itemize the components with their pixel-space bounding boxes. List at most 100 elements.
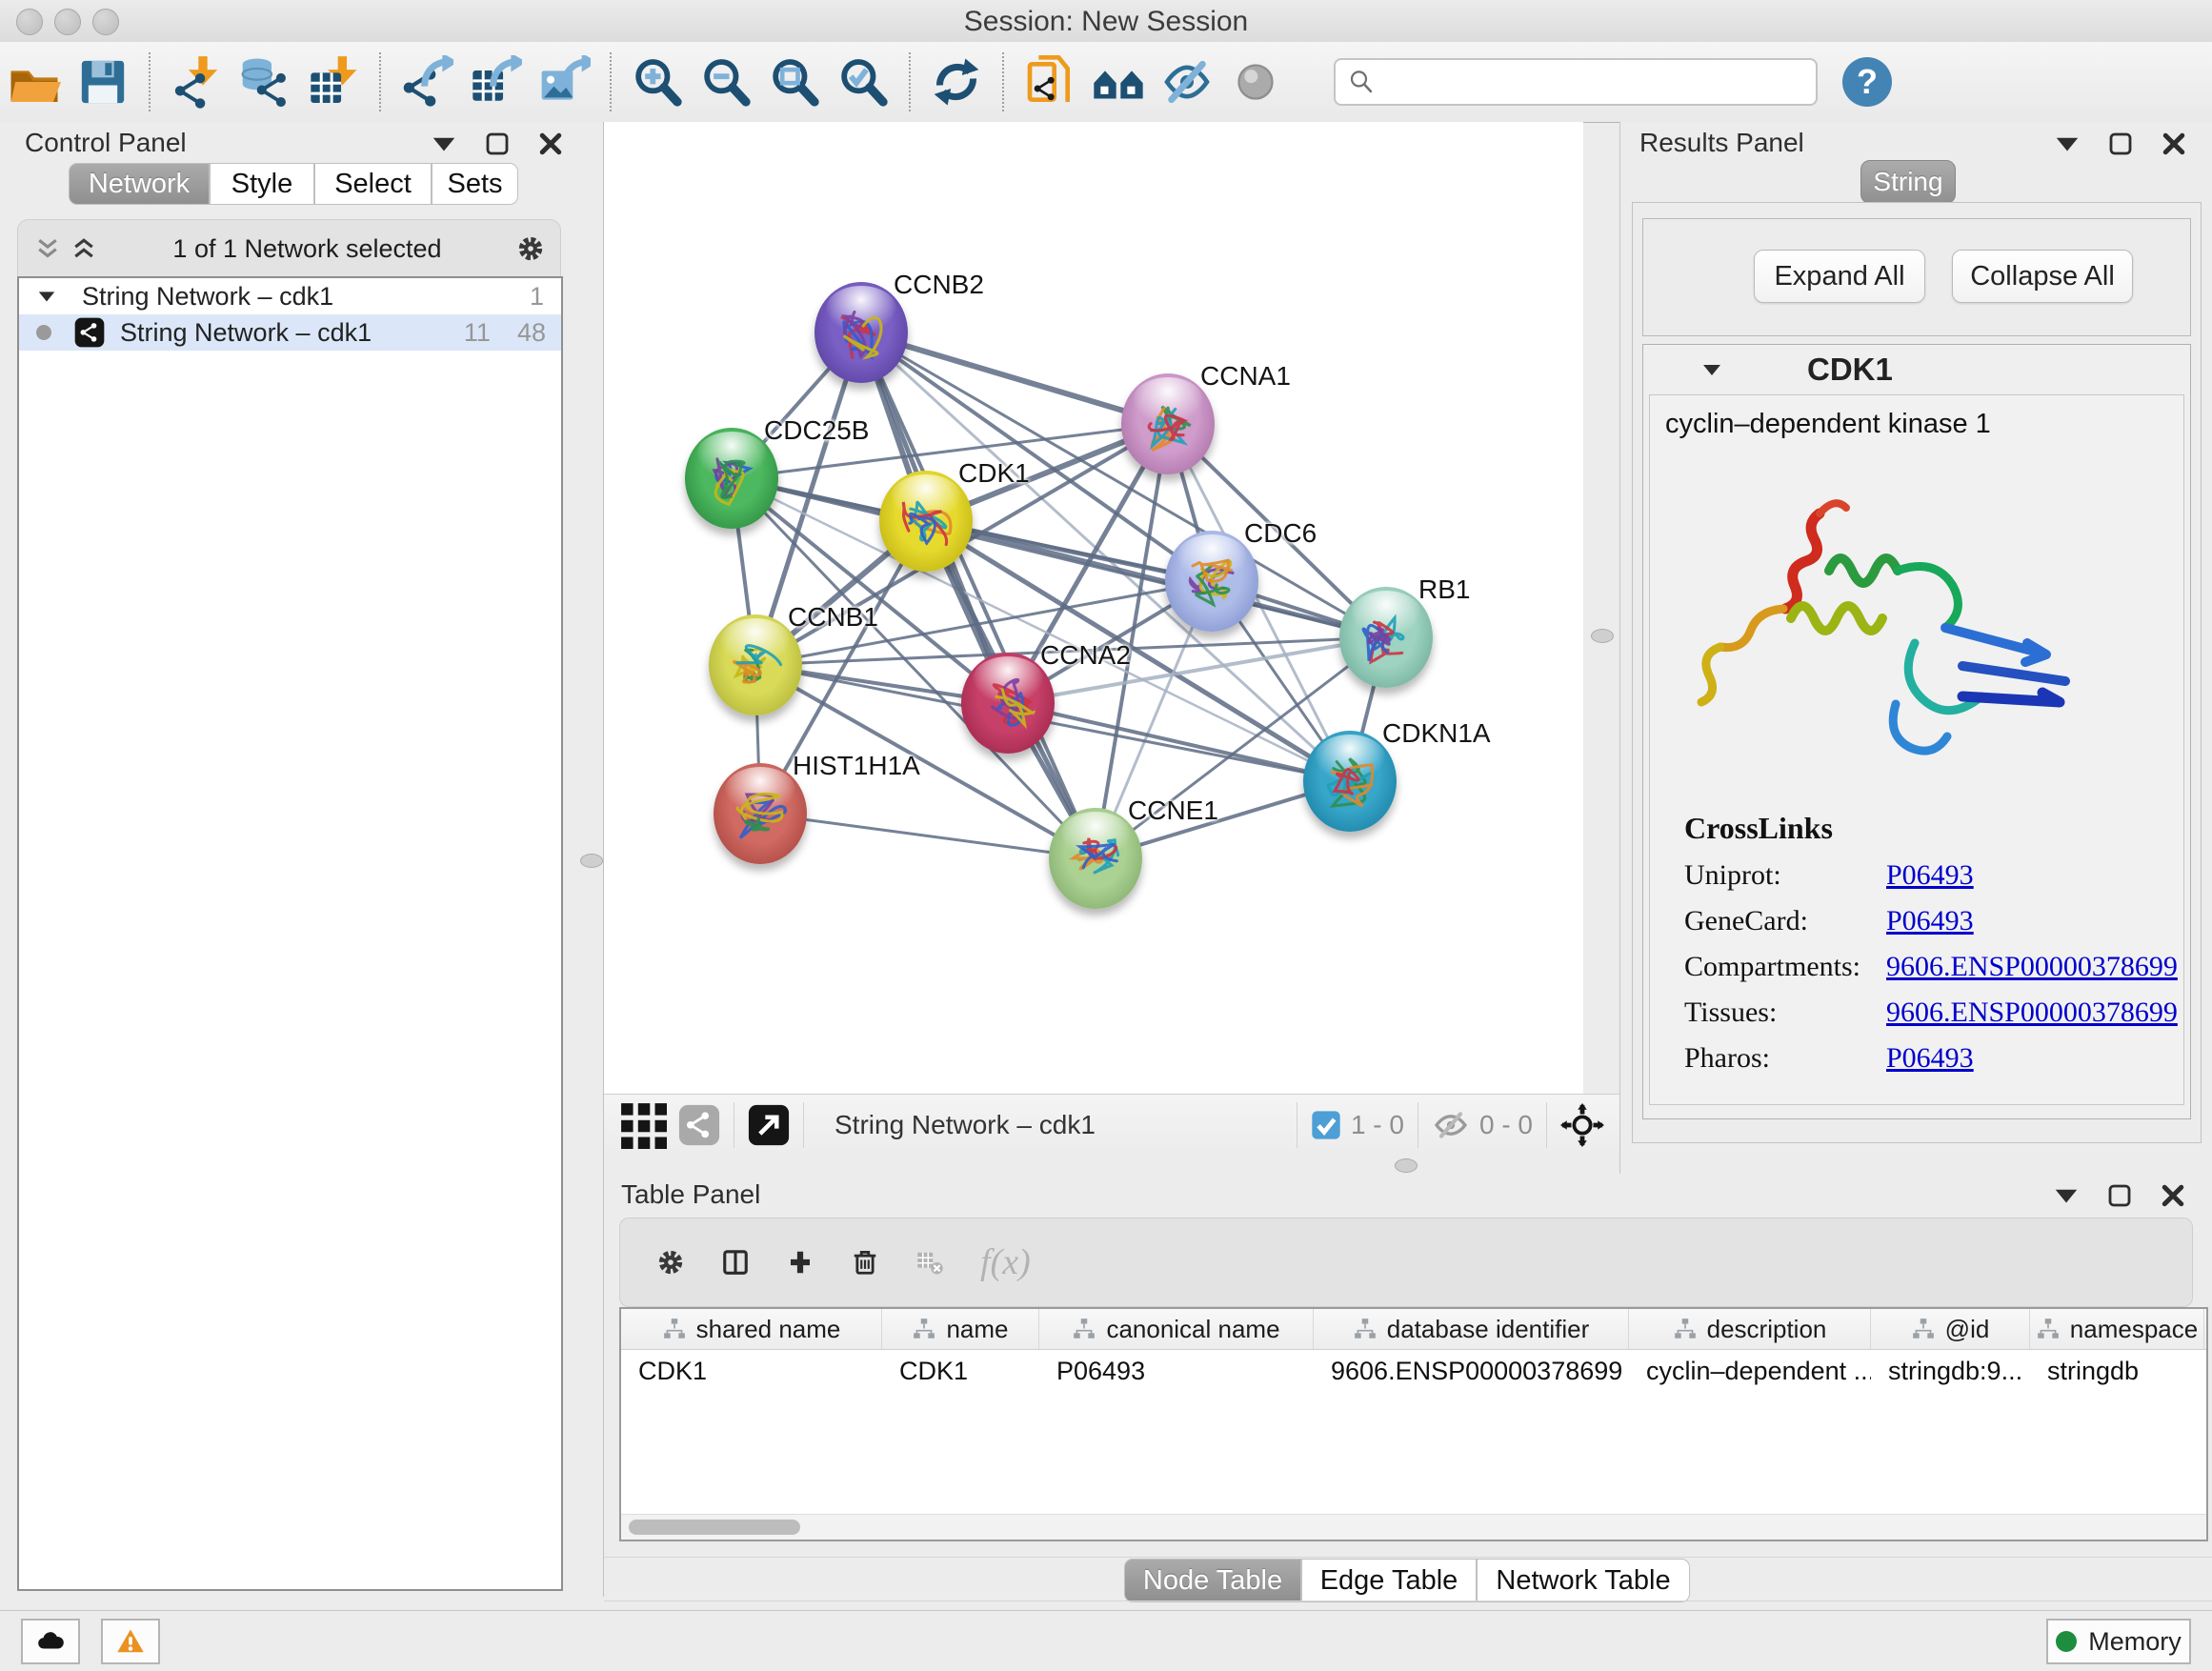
search-box[interactable]	[1334, 58, 1818, 106]
column-header-canonical-name[interactable]: canonical name	[1039, 1309, 1314, 1349]
bottom-splitter-handle[interactable]	[1395, 1158, 1418, 1173]
network-row-selected[interactable]: String Network – cdk1 11 48	[19, 314, 561, 351]
protein-section-header[interactable]: CDK1	[1643, 345, 2190, 394]
add-column-icon[interactable]	[786, 1248, 814, 1277]
node-label-CCNE1: CCNE1	[1128, 795, 1218, 826]
panel-menu-icon[interactable]	[2052, 1181, 2081, 1210]
detach-view-icon[interactable]	[748, 1104, 790, 1146]
column-header-shared-name[interactable]: shared name	[621, 1309, 882, 1349]
zoom-in-button[interactable]	[623, 48, 692, 116]
import-network-from-file-button[interactable]	[162, 48, 231, 116]
column-header-@id[interactable]: @id	[1871, 1309, 2030, 1349]
close-panel-icon[interactable]	[2160, 130, 2188, 158]
tab-string[interactable]: String	[1860, 160, 1956, 204]
edge-CCNA2-CDKN1A[interactable]	[1008, 703, 1350, 781]
table-cell[interactable]: CDK1	[882, 1350, 1039, 1392]
table-row[interactable]: CDK1CDK1P064939606.ENSP00000378699cyclin…	[621, 1350, 2206, 1392]
chevrons-up-icon[interactable]	[70, 234, 98, 263]
expand-all-button[interactable]: Expand All	[1754, 250, 1925, 303]
first-neighbors-button[interactable]	[1084, 48, 1153, 116]
table-cell[interactable]: stringdb	[2030, 1350, 2204, 1392]
columns-icon[interactable]	[721, 1248, 750, 1277]
gear-icon[interactable]	[516, 234, 545, 263]
table-cell[interactable]: cyclin–dependent ...	[1629, 1350, 1871, 1392]
network-view-canvas[interactable]: CCNB2CCNA1CDC25BCDK1CDC6RB1CCNB1CCNA2CDK…	[604, 122, 1583, 1094]
control-panel: Control Panel NetworkStyleSelectSets 1 o…	[0, 122, 604, 1597]
tab-edge-table[interactable]: Edge Table	[1301, 1559, 1477, 1602]
import-table-from-file-button[interactable]	[299, 48, 368, 116]
node-label-CCNB2: CCNB2	[894, 270, 984, 300]
crosslink-row: Tissues:9606.ENSP00000378699	[1684, 997, 2178, 1029]
export-network-button[interactable]	[392, 48, 461, 116]
float-panel-icon[interactable]	[2105, 1181, 2134, 1210]
crosslink-link[interactable]: P06493	[1886, 859, 1974, 892]
column-header-description[interactable]: description	[1629, 1309, 1871, 1349]
table-cell[interactable]: 9606.ENSP00000378699	[1314, 1350, 1629, 1392]
tab-network[interactable]: Network	[69, 163, 210, 205]
table-cell[interactable]: stringdb:9...	[1871, 1350, 2030, 1392]
float-panel-icon[interactable]	[2106, 130, 2135, 158]
tab-select[interactable]: Select	[314, 163, 432, 205]
panel-menu-icon[interactable]	[430, 130, 458, 158]
zoom-out-button[interactable]	[692, 48, 760, 116]
save-session-button[interactable]	[69, 48, 137, 116]
warnings-button[interactable]	[101, 1619, 160, 1664]
table-hscrollbar[interactable]	[621, 1514, 2206, 1540]
node-label-CDC6: CDC6	[1244, 518, 1317, 549]
results-list: CDK1 cyclin–dependent kinase 1 CrossLink…	[1642, 344, 2191, 1119]
close-panel-icon[interactable]	[536, 130, 565, 158]
crosslink-label: Uniprot:	[1684, 859, 1861, 892]
apply-preferred-layout-button[interactable]	[922, 48, 991, 116]
collapse-triangle-icon[interactable]	[1700, 358, 1723, 381]
collapse-all-button[interactable]: Collapse All	[1952, 250, 2133, 303]
right-splitter-handle[interactable]	[1591, 629, 1614, 643]
search-input[interactable]	[1376, 67, 1780, 98]
scrollbar-thumb[interactable]	[629, 1520, 800, 1535]
node-table[interactable]: shared namenamecanonical namedatabase id…	[619, 1307, 2208, 1541]
cloud-status-button[interactable]	[21, 1619, 80, 1664]
network-collection-row[interactable]: String Network – cdk1 1	[19, 278, 561, 314]
share-view-icon[interactable]	[678, 1104, 720, 1146]
crosshair-icon[interactable]	[1560, 1103, 1604, 1147]
birdseye-grid-icon[interactable]	[619, 1101, 667, 1149]
open-session-button[interactable]	[0, 48, 69, 116]
new-network-from-selection-button[interactable]	[1016, 48, 1084, 116]
node-label-CCNA2: CCNA2	[1040, 640, 1131, 671]
table-cell[interactable]: P06493	[1039, 1350, 1314, 1392]
crosslink-link[interactable]: 9606.ENSP00000378699	[1886, 997, 2178, 1029]
column-header-namespace[interactable]: namespace	[2030, 1309, 2204, 1349]
column-header-name[interactable]: name	[882, 1309, 1039, 1349]
crosslink-link[interactable]: P06493	[1886, 1042, 1974, 1075]
table-panel: Table Panel f(x) shared namenamecanonica…	[604, 1174, 2212, 1610]
network-selected-status: 1 of 1 Network selected	[98, 234, 516, 264]
zoom-selected-button[interactable]	[829, 48, 897, 116]
column-header-database-identifier[interactable]: database identifier	[1314, 1309, 1629, 1349]
zoom-fit-content-button[interactable]	[760, 48, 829, 116]
close-panel-icon[interactable]	[2159, 1181, 2187, 1210]
import-network-from-database-button[interactable]	[231, 48, 299, 116]
export-image-button[interactable]	[530, 48, 598, 116]
tab-style[interactable]: Style	[210, 163, 314, 205]
memory-button[interactable]: Memory	[2046, 1619, 2191, 1664]
crosslink-link[interactable]: 9606.ENSP00000378699	[1886, 951, 2178, 983]
export-table-button[interactable]	[461, 48, 530, 116]
chevrons-down-icon[interactable]	[33, 234, 62, 263]
tab-sets[interactable]: Sets	[432, 163, 518, 205]
panel-menu-icon[interactable]	[2053, 130, 2081, 158]
edge-HIST1H1A-CCNE1[interactable]	[760, 814, 1096, 858]
delete-column-icon[interactable]	[851, 1248, 879, 1277]
table-cell[interactable]: CDK1	[621, 1350, 882, 1392]
help-icon[interactable]: ?	[1842, 57, 1892, 107]
tab-network-table[interactable]: Network Table	[1477, 1559, 1690, 1602]
tab-node-table[interactable]: Node Table	[1124, 1559, 1301, 1602]
crosslink-link[interactable]: P06493	[1886, 905, 1974, 937]
triangle-down-icon[interactable]	[36, 286, 57, 307]
results-panel-window-controls	[2053, 130, 2188, 158]
left-splitter-handle[interactable]	[580, 854, 603, 868]
gear-icon[interactable]	[656, 1248, 685, 1277]
float-panel-icon[interactable]	[483, 130, 512, 158]
hide-selected-button[interactable]	[1153, 48, 1221, 116]
hidden-eye-slash-icon[interactable]	[1432, 1106, 1470, 1144]
selected-checkbox-icon[interactable]	[1311, 1110, 1341, 1140]
show-all-button[interactable]	[1221, 48, 1290, 116]
